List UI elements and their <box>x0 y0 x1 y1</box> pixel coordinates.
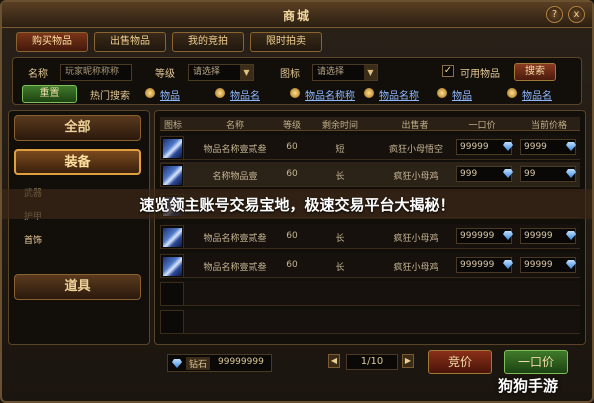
item-name: 物品名称壹贰叁 <box>203 145 267 155</box>
shop-window: 商城 ? x 购买物品 出售物品 我的竞拍 限时拍卖 名称 玩家昵称称称 等级 … <box>0 0 594 403</box>
watermark: 狗狗手游 <box>498 377 559 395</box>
item-time: 长 <box>335 172 345 182</box>
sword-icon <box>163 139 182 158</box>
level-label: 等级 <box>155 69 175 80</box>
hot-item-3[interactable]: 物品名称称 <box>305 87 355 102</box>
page-indicator: 1/10 <box>346 354 398 370</box>
item-time: 长 <box>335 234 345 244</box>
header-name: 名称 <box>225 121 244 131</box>
usable-label: 可用物品 <box>460 69 500 80</box>
tab-sell[interactable]: 出售物品 <box>94 32 166 52</box>
next-page-button[interactable]: ▶ <box>402 354 414 368</box>
item-name: 名称物品壹 <box>212 172 258 182</box>
category-all[interactable]: 全部 <box>14 115 141 141</box>
buyout-price: 99999 <box>456 139 512 155</box>
buyout-price: 999999 <box>456 228 512 244</box>
hot-item-2[interactable]: 物品名 <box>230 87 260 102</box>
sword-icon <box>163 257 182 276</box>
tab-buy[interactable]: 购买物品 <box>16 32 88 52</box>
icon-label: 图标 <box>280 69 300 80</box>
table-row[interactable]: 名称物品壹 60 长 疯狂小母鸡 999 99 <box>160 162 580 187</box>
item-seller: 疯狂小母鸡 <box>393 234 439 244</box>
buyout-price: 999999 <box>456 257 512 273</box>
banner-text: 速览领主账号交易宝地，极速交易平台大揭秘！ <box>139 196 455 214</box>
coin-icon <box>364 88 374 98</box>
header-time: 剩余时间 <box>321 121 358 131</box>
item-name: 物品名称壹贰叁 <box>203 234 267 244</box>
icon-select-value: 请选择 <box>317 67 345 77</box>
search-button[interactable]: 搜索 <box>514 63 556 81</box>
item-level: 60 <box>286 260 298 270</box>
item-level: 60 <box>286 169 298 179</box>
item-slot <box>160 136 184 160</box>
header-buyout: 一口价 <box>468 121 496 131</box>
table-row[interactable]: 物品名称壹贰叁 60 长 疯狂小母鸡 999999 99999 <box>160 253 580 278</box>
category-panel <box>8 110 150 345</box>
close-button[interactable]: x <box>568 6 585 23</box>
item-seller: 疯狂小母悟空 <box>388 145 443 155</box>
item-level: 60 <box>286 142 298 152</box>
tab-my-bids[interactable]: 我的竞拍 <box>172 32 244 52</box>
promo-banner: 速览领主账号交易宝地，极速交易平台大揭秘！ <box>2 189 592 219</box>
usable-checkbox[interactable]: ✓ <box>442 65 454 77</box>
chevron-down-icon: ▼ <box>240 65 253 80</box>
name-label: 名称 <box>28 69 48 80</box>
window-title: 商城 <box>282 9 311 23</box>
buyout-button[interactable]: 一口价 <box>504 350 568 374</box>
category-items[interactable]: 道具 <box>14 274 141 300</box>
item-time: 长 <box>335 263 345 273</box>
sword-icon <box>163 228 182 247</box>
item-seller: 疯狂小母鸡 <box>393 172 439 182</box>
table-header: 图标 名称 等级 剩余时间 出售者 一口价 当前价格 <box>160 117 580 131</box>
header-current: 当前价格 <box>530 121 567 131</box>
item-slot <box>160 225 184 249</box>
item-slot <box>160 254 184 278</box>
item-slot <box>160 282 184 306</box>
help-button[interactable]: ? <box>546 6 563 23</box>
item-seller: 疯狂小母鸡 <box>393 263 439 273</box>
item-level: 60 <box>286 231 298 241</box>
item-name: 物品名称壹贰叁 <box>203 263 267 273</box>
item-slot <box>160 310 184 334</box>
name-input[interactable]: 玩家昵称称称 <box>60 64 132 81</box>
coin-icon <box>437 88 447 98</box>
currency-label: 钻石 <box>186 357 211 370</box>
sword-icon <box>163 166 182 185</box>
hot-item-1[interactable]: 物品 <box>160 87 180 102</box>
tab-timed-auction[interactable]: 限时拍卖 <box>250 32 322 52</box>
table-row[interactable] <box>160 281 580 306</box>
prev-page-button[interactable]: ◀ <box>328 354 340 368</box>
bid-button[interactable]: 竞价 <box>428 350 492 374</box>
header-seller: 出售者 <box>401 121 429 131</box>
subcategory-accessory[interactable]: 首饰 <box>24 233 42 246</box>
title-bar: 商城 ? x <box>2 2 592 28</box>
category-equipment[interactable]: 装备 <box>14 149 141 175</box>
reset-button[interactable]: 重置 <box>22 85 77 103</box>
diamond-icon <box>172 359 182 368</box>
currency-value: 99999999 <box>218 357 264 367</box>
chevron-down-icon: ▼ <box>364 65 377 80</box>
table-row[interactable] <box>160 309 580 334</box>
level-select-value: 请选择 <box>193 67 221 77</box>
header-icon: 图标 <box>163 121 182 131</box>
buyout-price: 999 <box>456 166 512 182</box>
hot-item-4[interactable]: 物品名称 <box>379 87 419 102</box>
hot-search-label: 热门搜索 <box>90 91 130 102</box>
item-slot <box>160 163 184 187</box>
coin-icon <box>290 88 300 98</box>
hot-item-5[interactable]: 物品 <box>452 87 472 102</box>
icon-select[interactable]: 请选择 ▼ <box>312 64 378 81</box>
hot-item-6[interactable]: 物品名 <box>522 87 552 102</box>
item-time: 短 <box>335 145 345 155</box>
level-select[interactable]: 请选择 ▼ <box>188 64 254 81</box>
header-level: 等级 <box>282 121 301 131</box>
table-row[interactable]: 物品名称壹贰叁 60 长 疯狂小母鸡 999999 99999 <box>160 224 580 249</box>
currency-box: 钻石 99999999 <box>167 354 272 372</box>
coin-icon <box>215 88 225 98</box>
coin-icon <box>145 88 155 98</box>
coin-icon <box>507 88 517 98</box>
table-row[interactable]: 物品名称壹贰叁 60 短 疯狂小母悟空 99999 9999 <box>160 135 580 160</box>
